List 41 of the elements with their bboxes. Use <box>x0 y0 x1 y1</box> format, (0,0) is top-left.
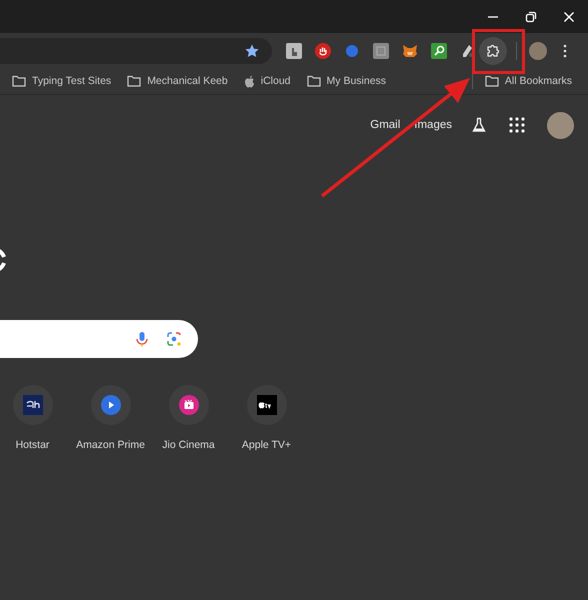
flask-icon[interactable] <box>471 117 487 133</box>
extensions-button[interactable] <box>479 36 507 64</box>
bookmark-link[interactable]: My Business <box>326 75 386 87</box>
tv-logo-icon <box>256 395 276 415</box>
play-icon <box>100 395 120 415</box>
microphone-icon[interactable] <box>134 331 150 347</box>
header-link[interactable]: Gmail <box>370 119 400 131</box>
magnifier-icon[interactable] <box>431 42 447 58</box>
profile-avatar[interactable] <box>547 112 574 138</box>
circle-icon[interactable] <box>344 42 360 58</box>
shortcut-tile[interactable] <box>90 385 130 425</box>
puzzle-icon[interactable] <box>485 42 501 58</box>
folder-icon <box>127 75 142 87</box>
fox-icon[interactable] <box>402 42 418 58</box>
shortcut-tile[interactable] <box>12 385 52 425</box>
apple-icon <box>244 74 255 88</box>
bookmark-link[interactable]: Mechanical Keeb <box>147 75 228 87</box>
bookmark-link[interactable]: Typing Test Sites <box>32 75 112 87</box>
shortcut-label[interactable]: Hotstar <box>16 439 50 451</box>
highlight-rectangle <box>472 29 525 74</box>
shortcut-tile[interactable] <box>246 385 286 425</box>
camera-search-icon[interactable] <box>166 331 182 347</box>
hotstar-logo-icon <box>22 395 42 415</box>
profile-avatar[interactable] <box>529 42 547 60</box>
film-icon <box>178 395 198 415</box>
apps-grid-icon[interactable] <box>509 117 525 133</box>
folder-icon <box>484 75 499 87</box>
bookmark-link[interactable]: iCloud <box>260 75 291 87</box>
all-bookmarks-link[interactable]: All Bookmarks <box>504 75 572 87</box>
hand-icon[interactable] <box>315 42 331 58</box>
header-link[interactable]: Images <box>414 119 452 131</box>
folder-icon <box>12 75 26 87</box>
shortcut-label[interactable]: Amazon Prime <box>76 439 145 451</box>
shortcut-label[interactable]: Apple TV+ <box>242 439 292 451</box>
folder-icon <box>306 75 321 87</box>
square-icon[interactable] <box>373 42 389 58</box>
shortcut-label[interactable]: Jio Cinema <box>162 439 215 451</box>
star-icon[interactable] <box>244 42 260 58</box>
extension-icon[interactable] <box>286 42 302 58</box>
shortcut-tile[interactable] <box>168 385 208 425</box>
search-field[interactable] <box>0 320 198 358</box>
